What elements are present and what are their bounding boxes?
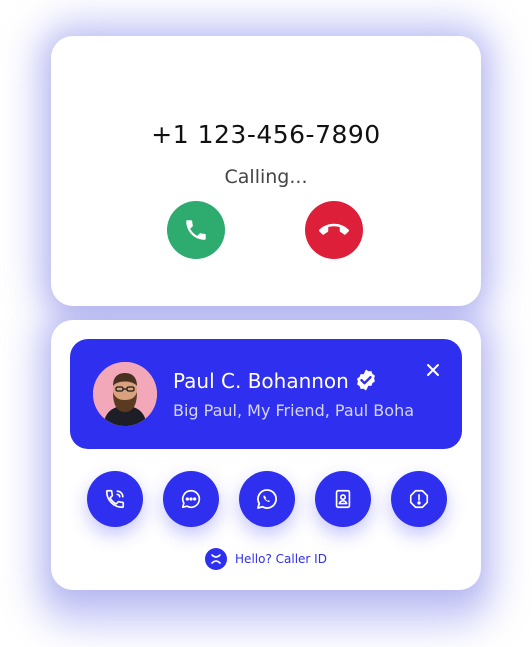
- close-button[interactable]: [420, 357, 446, 383]
- incoming-call-card: +1 123-456-7890 Calling...: [51, 36, 481, 306]
- verified-badge-icon: [357, 369, 375, 391]
- phone-icon: [186, 220, 206, 240]
- hang-up-icon: [319, 223, 349, 235]
- avatar: [93, 362, 157, 426]
- action-bar: [87, 471, 447, 527]
- caller-banner: Paul C. Bohannon Big Paul, My Friend, Pa…: [70, 339, 462, 449]
- alert-icon: [409, 489, 429, 509]
- contact-card-icon: [335, 489, 351, 509]
- message-icon: [181, 489, 201, 509]
- whatsapp-icon: [257, 489, 277, 509]
- brand-footer: Hello? Caller ID: [51, 548, 481, 570]
- caller-name: Paul C. Bohannon: [173, 369, 349, 393]
- avatar-illustration: [93, 362, 157, 426]
- close-icon: [427, 364, 439, 376]
- call-status: Calling...: [224, 166, 308, 188]
- call-back-button[interactable]: [87, 471, 143, 527]
- caller-id-card: Paul C. Bohannon Big Paul, My Friend, Pa…: [51, 320, 481, 590]
- whatsapp-button[interactable]: [239, 471, 295, 527]
- contact-button[interactable]: [315, 471, 371, 527]
- phone-number: +1 123-456-7890: [151, 120, 381, 149]
- answer-call-button[interactable]: [167, 201, 225, 259]
- decline-call-button[interactable]: [305, 201, 363, 259]
- brand-name: Hello? Caller ID: [235, 552, 327, 566]
- phone-call-icon: [105, 489, 125, 509]
- brand-logo-icon: [205, 548, 228, 570]
- caller-aliases: Big Paul, My Friend, Paul Boha: [173, 401, 415, 420]
- report-button[interactable]: [391, 471, 447, 527]
- message-button[interactable]: [163, 471, 219, 527]
